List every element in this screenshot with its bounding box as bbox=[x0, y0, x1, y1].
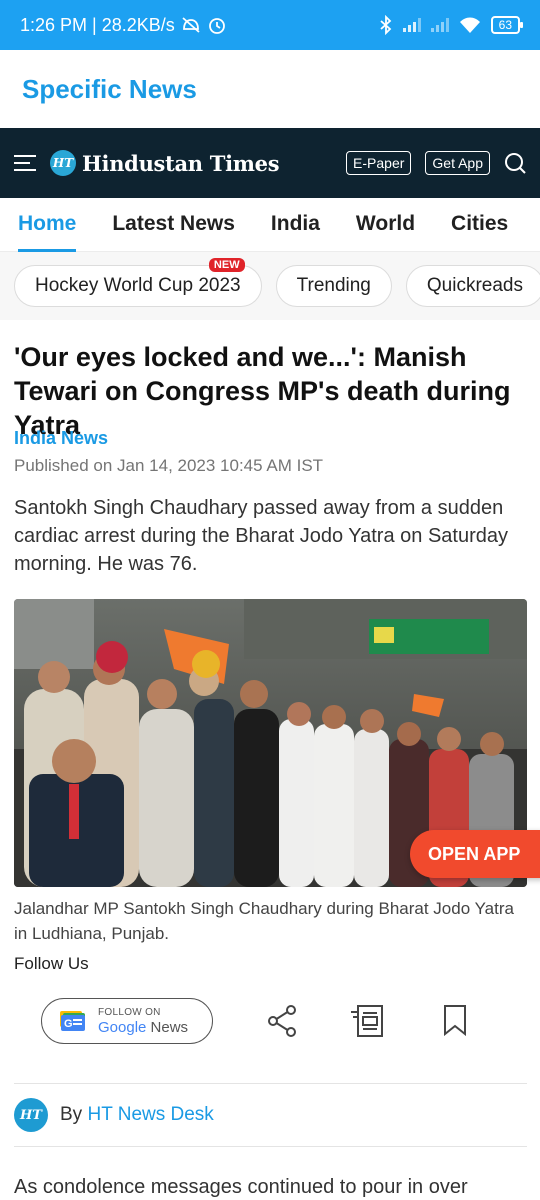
author-prefix: By bbox=[60, 1104, 83, 1125]
tab-latest-news[interactable]: Latest News bbox=[112, 198, 235, 252]
bookmark-icon[interactable] bbox=[443, 1004, 467, 1036]
tab-cities[interactable]: Cities bbox=[451, 198, 508, 252]
article-body: As condolence messages continued to pour… bbox=[14, 1176, 468, 1198]
wifi-icon bbox=[459, 17, 480, 33]
article-headline: 'Our eyes locked and we...': Manish Tewa… bbox=[14, 342, 511, 440]
epaper-icon[interactable] bbox=[349, 1004, 385, 1038]
share-icon[interactable] bbox=[266, 1004, 300, 1038]
author-name[interactable]: HT News Desk bbox=[87, 1104, 213, 1125]
google-label: Google bbox=[98, 1018, 147, 1036]
chip-hockey-world-cup[interactable]: Hockey World Cup 2023 NEW bbox=[14, 258, 262, 307]
follow-on-label: FOLLOW ON bbox=[98, 1006, 161, 1018]
chip-label: Hockey World Cup 2023 bbox=[35, 275, 241, 296]
dnd-icon bbox=[182, 17, 200, 33]
alarm-icon bbox=[208, 18, 225, 34]
status-time-speed: 1:26 PM | 28.2KB/s bbox=[20, 14, 175, 35]
search-icon[interactable] bbox=[504, 152, 526, 174]
google-news-icon: G bbox=[60, 1011, 85, 1031]
new-badge: NEW bbox=[208, 258, 245, 272]
svg-text:G: G bbox=[64, 1018, 73, 1030]
menu-icon[interactable] bbox=[14, 155, 36, 171]
follow-us-label: Follow Us bbox=[14, 954, 89, 973]
tab-home[interactable]: Home bbox=[18, 198, 77, 252]
app-header: Specific News bbox=[0, 50, 540, 128]
chip-quickreads[interactable]: Quickreads bbox=[405, 265, 540, 307]
chip-trending[interactable]: Trending bbox=[275, 265, 392, 307]
app-title: Specific News bbox=[22, 73, 197, 104]
photo-caption: Jalandhar MP Santokh Singh Chaudhary dur… bbox=[14, 899, 514, 943]
article-published-date: Published on Jan 14, 2023 10:45 AM IST bbox=[14, 456, 324, 475]
topic-chips: Hockey World Cup 2023 NEW Trending Quick… bbox=[0, 252, 540, 320]
tab-india[interactable]: India bbox=[271, 198, 320, 252]
author-avatar: HT bbox=[14, 1098, 48, 1132]
status-bar: 1:26 PM | 28.2KB/s 63 bbox=[0, 0, 540, 50]
ht-navbar: HT Hindustan Times E-Paper Get App bbox=[0, 128, 540, 198]
article-summary: Santokh Singh Chaudhary passed away from… bbox=[14, 497, 508, 575]
divider bbox=[14, 1146, 527, 1147]
ht-logo-badge: HT bbox=[50, 150, 76, 176]
tab-world[interactable]: World bbox=[356, 198, 415, 252]
news-label: News bbox=[150, 1018, 189, 1036]
battery-icon: 63 bbox=[490, 16, 524, 34]
chip-label: Quickreads bbox=[426, 275, 523, 296]
bluetooth-icon bbox=[380, 15, 391, 35]
article-section[interactable]: India News bbox=[14, 428, 108, 449]
get-app-button[interactable]: Get App bbox=[425, 151, 490, 175]
open-app-button[interactable]: OPEN APP bbox=[410, 830, 540, 878]
divider bbox=[14, 1083, 527, 1084]
ht-logo-text: Hindustan Times bbox=[82, 150, 280, 176]
signal-icon-1 bbox=[402, 18, 421, 32]
epaper-button[interactable]: E-Paper bbox=[346, 151, 412, 175]
author-byline: HT By HT News Desk bbox=[14, 1098, 214, 1132]
ht-logo[interactable]: HT Hindustan Times bbox=[50, 150, 280, 176]
section-tabs: Home Latest News India World Cities bbox=[0, 198, 540, 252]
follow-google-news-button[interactable]: G FOLLOW ON Google News bbox=[41, 998, 213, 1044]
chip-label: Trending bbox=[296, 275, 371, 296]
signal-icon-2 bbox=[430, 18, 449, 32]
